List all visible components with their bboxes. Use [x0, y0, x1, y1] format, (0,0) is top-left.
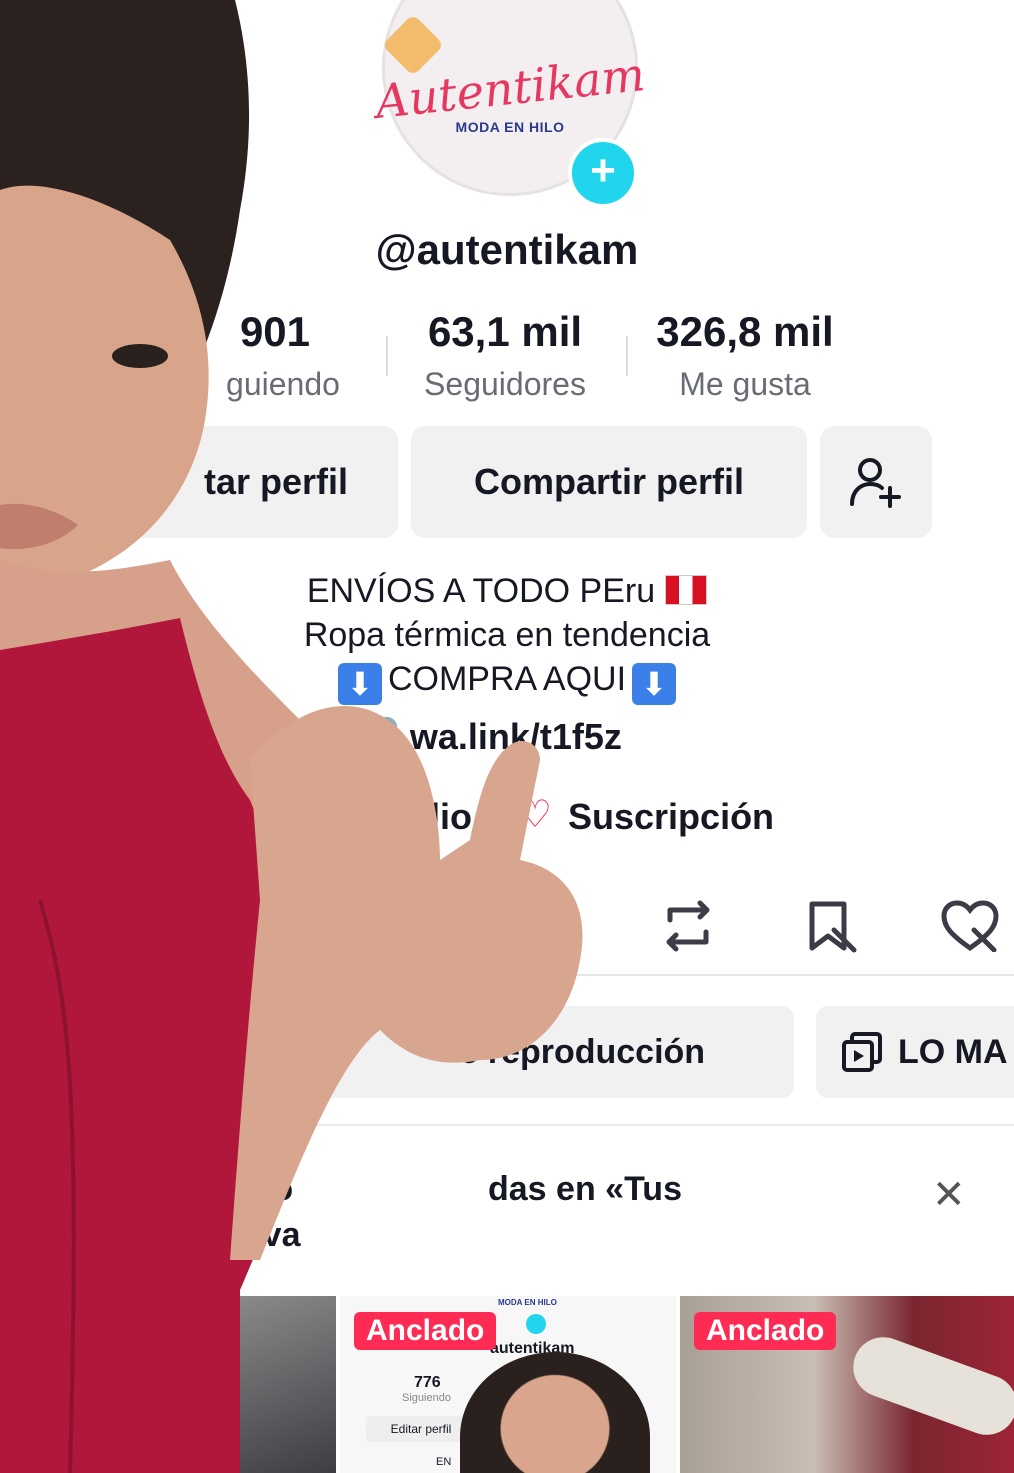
collection-chip-label: LO MA [898, 1032, 1008, 1071]
bio-line-1: ENVÍOS A TODO PEru [0, 572, 1014, 611]
followers-label: Seguidores [424, 366, 586, 402]
peru-flag-icon [665, 575, 708, 605]
share-profile-label: Compartir perfil [473, 461, 745, 502]
thumb-face-image [460, 1352, 650, 1473]
heart-logo-shape [381, 13, 445, 77]
thumb-plus-icon [526, 1314, 546, 1334]
thumb-following-count: 776 [414, 1374, 441, 1391]
bio-link-text-end: t1f5z [539, 716, 622, 757]
close-icon[interactable]: ✕ [932, 1172, 966, 1218]
playlist-chip-prefix: l [230, 1032, 240, 1071]
likes-count: 326,8 mil [656, 308, 834, 355]
bio-line-3: ⬇ COMPRA AQUI ⬇ [0, 660, 1014, 705]
down-arrow-icon: ⬇ [632, 663, 677, 705]
pinned-badge: Anclado [354, 1312, 497, 1350]
subscription-heart-icon: ♡ [518, 794, 553, 836]
favorites-hidden-icon[interactable] [806, 898, 858, 954]
tabs-divider [0, 974, 1014, 976]
add-story-plus-icon[interactable]: + [568, 138, 638, 208]
bio-cta-text: COMPRA AQUI [387, 660, 627, 698]
stat-divider [626, 336, 628, 376]
bio-link-text: wa.link/ [409, 716, 540, 757]
liked-hidden-icon[interactable] [940, 900, 1000, 952]
bio-shipping-text: ENVÍOS A TODO PEru [306, 572, 656, 610]
bio-line-2: Ropa térmica en tendencia [303, 616, 711, 654]
link-icon: 🔗 [355, 716, 400, 757]
chips-divider [200, 1124, 1014, 1126]
notice-text-line2: riva [240, 1216, 301, 1254]
playlist-chip[interactable]: l e reproducción [200, 1006, 794, 1098]
pinned-badge: Anclado [694, 1312, 837, 1350]
stat-divider [386, 336, 388, 376]
logo-subtitle: MODA EN HILO [455, 119, 565, 135]
username: @autentikam [375, 226, 639, 273]
videos-tab-icon[interactable] [380, 900, 420, 950]
video-thumbnail[interactable] [230, 1296, 336, 1473]
thumb-bio: EN [436, 1456, 452, 1468]
thumb-following-label: Siguiendo [402, 1392, 451, 1404]
following-label: guiendo [226, 366, 340, 402]
down-arrow-icon: ⬇ [337, 663, 382, 705]
studio-link[interactable]: Studio [360, 796, 472, 838]
notice-text-end: das en «Tus [488, 1170, 682, 1208]
repost-icon[interactable] [660, 900, 716, 952]
likes-label: Me gusta [679, 366, 811, 402]
following-count[interactable]: 901 [230, 308, 320, 356]
thumb-garment-shape [844, 1328, 1014, 1444]
followers-count[interactable]: 63,1 mil [400, 308, 610, 356]
subscription-link[interactable]: Suscripción [568, 796, 774, 838]
edit-profile-button[interactable]: tar perfil [100, 426, 398, 538]
edit-profile-label: tar perfil [203, 461, 348, 502]
bio-link[interactable]: 🔗 wa.link/t1f5z [355, 716, 622, 758]
add-friend-button[interactable] [820, 426, 932, 538]
share-profile-button[interactable]: Compartir perfil [411, 426, 807, 538]
add-user-icon [850, 458, 901, 508]
collection-chip[interactable]: LO MA [816, 1006, 1014, 1098]
playlist-chip-label: e reproducción [459, 1032, 706, 1071]
thumb-logo-subtitle: MODA EN HILO [498, 1298, 557, 1307]
notice-text-start: s Sto [210, 1170, 294, 1208]
playlist-icon [842, 1032, 882, 1072]
